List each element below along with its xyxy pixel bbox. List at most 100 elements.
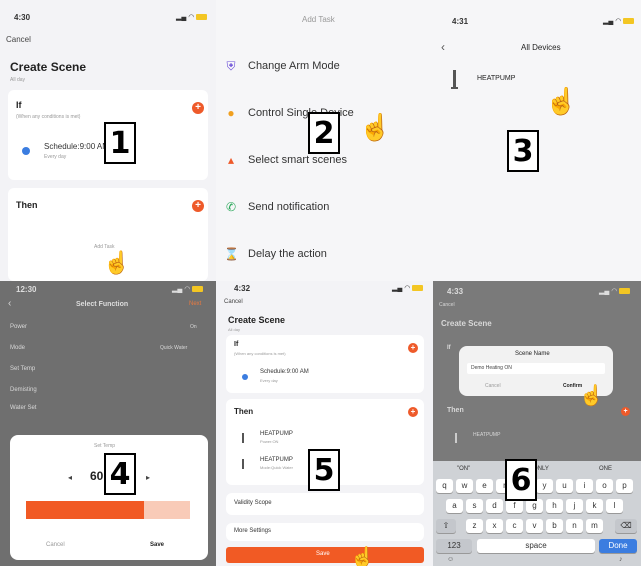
device-icon	[455, 433, 457, 443]
key-j[interactable]: j	[566, 499, 583, 513]
back-chevron-icon[interactable]: ‹	[441, 40, 445, 54]
step-number: 5	[308, 449, 340, 491]
task-item-send-notification[interactable]: ✆ Send notification	[216, 186, 433, 232]
key-f[interactable]: f	[506, 499, 523, 513]
cancel-link[interactable]: Cancel	[224, 299, 243, 305]
key-d[interactable]: d	[486, 499, 503, 513]
if-label: If	[16, 100, 22, 110]
task-item-delay-action[interactable]: ⌛ Delay the action	[216, 233, 433, 279]
save-button[interactable]: Save	[150, 542, 164, 548]
add-action-button[interactable]: +	[621, 407, 630, 416]
add-action-button[interactable]: +	[408, 407, 418, 417]
schedule-sub: Every day	[260, 378, 278, 383]
function-row-label[interactable]: Mode	[10, 345, 25, 351]
dialog-title: Scene Name	[515, 351, 550, 357]
key-e[interactable]: e	[476, 479, 493, 493]
page-subtitle: All day	[10, 77, 26, 83]
suggestion-3[interactable]: ONE	[599, 466, 612, 472]
page-subtitle: All day	[228, 327, 241, 332]
key-v[interactable]: v	[526, 519, 543, 533]
task-name[interactable]: HEATPUMP	[473, 432, 500, 438]
task-sub: Mode:Quick Water	[260, 465, 293, 470]
increase-arrow-icon[interactable]: ▸	[146, 473, 150, 482]
function-row-value: On	[190, 324, 197, 330]
task-name[interactable]: HEATPUMP	[260, 457, 293, 463]
key-a[interactable]: a	[446, 499, 463, 513]
key-123[interactable]: 123	[436, 539, 472, 553]
add-condition-button[interactable]: +	[408, 343, 418, 353]
function-row-label[interactable]: Set Temp	[10, 366, 35, 372]
scene-name-input[interactable]: Demo Heating ON	[467, 363, 605, 374]
then-label: Then	[16, 200, 38, 210]
add-action-button[interactable]: +	[192, 200, 204, 212]
space-key[interactable]: space	[477, 539, 595, 553]
emoji-icon[interactable]: ☺	[447, 556, 454, 563]
key-n[interactable]: n	[566, 519, 583, 533]
cancel-link[interactable]: Cancel	[6, 35, 31, 44]
backspace-key[interactable]: ⌫	[615, 519, 637, 533]
done-key[interactable]: Done	[599, 539, 637, 553]
temp-slider-fill[interactable]	[26, 501, 144, 519]
panel-add-task: Add Task ⛨ Change Arm Mode ● Control Sin…	[216, 0, 433, 281]
tap-hand-icon: ☝	[350, 547, 375, 566]
key-o[interactable]: o	[596, 479, 613, 493]
status-icons: ▂▄ ◠	[603, 17, 635, 25]
key-h[interactable]: h	[546, 499, 563, 513]
add-condition-button[interactable]: +	[192, 102, 204, 114]
task-item-label: Select smart scenes	[248, 154, 348, 166]
task-name[interactable]: HEATPUMP	[260, 431, 293, 437]
panel-scene-name: 4:33 ▂▄ ◠ Cancel Create Scene If Then + …	[433, 281, 641, 566]
key-q[interactable]: q	[436, 479, 453, 493]
key-m[interactable]: m	[586, 519, 603, 533]
page-title: Create Scene	[10, 60, 87, 74]
device-icon-base	[451, 87, 458, 89]
then-label: Then	[447, 407, 464, 414]
key-s[interactable]: s	[466, 499, 483, 513]
suggestion-1[interactable]: "ON"	[457, 466, 470, 472]
key-u[interactable]: u	[556, 479, 573, 493]
decrease-arrow-icon[interactable]: ◂	[68, 473, 72, 482]
schedule-label[interactable]: Schedule:9:00 AM	[44, 142, 109, 151]
shift-key[interactable]: ⇧	[436, 519, 456, 533]
key-x[interactable]: x	[486, 519, 503, 533]
cancel-link[interactable]: Cancel	[439, 302, 455, 308]
key-k[interactable]: k	[586, 499, 603, 513]
mic-icon[interactable]: ♪	[619, 556, 623, 563]
key-b[interactable]: b	[546, 519, 563, 533]
function-row-label[interactable]: Water Set	[10, 405, 36, 411]
key-p[interactable]: p	[616, 479, 633, 493]
function-row-label[interactable]: Demisting	[10, 387, 37, 393]
task-item-label: Send notification	[248, 201, 330, 213]
function-row-label[interactable]: Power	[10, 324, 27, 330]
status-time: 4:30	[14, 13, 31, 22]
dialog-cancel-button[interactable]: Cancel	[485, 383, 501, 389]
page-title: Create Scene	[441, 319, 492, 328]
more-settings-row[interactable]: More Settings	[226, 523, 424, 541]
save-button[interactable]: Save	[226, 547, 424, 563]
next-button[interactable]: Next	[189, 301, 201, 307]
tap-hand-icon: ☝	[359, 112, 392, 142]
task-item-change-arm-mode[interactable]: ⛨ Change Arm Mode	[216, 45, 433, 91]
key-i[interactable]: i	[576, 479, 593, 493]
panel-create-scene: 4:30 ▂▄ ◠ Cancel Create Scene All day If…	[0, 0, 216, 281]
key-y[interactable]: y	[536, 479, 553, 493]
validity-row[interactable]: Validity Scope	[226, 493, 424, 515]
key-l[interactable]: l	[606, 499, 623, 513]
schedule-label[interactable]: Schedule:9:00 AM	[260, 369, 309, 375]
key-c[interactable]: c	[506, 519, 523, 533]
status-time: 4:31	[452, 17, 469, 26]
status-icons: ▂▄ ◠	[392, 284, 424, 292]
scene-icon: ▴	[227, 153, 235, 167]
if-label: If	[234, 341, 239, 348]
key-w[interactable]: w	[456, 479, 473, 493]
key-g[interactable]: g	[526, 499, 543, 513]
back-chevron-icon[interactable]: ‹	[8, 298, 11, 309]
temp-slider-track[interactable]	[144, 501, 190, 519]
status-time: 4:32	[234, 284, 251, 293]
cancel-button[interactable]: Cancel	[46, 542, 65, 548]
device-row-heatpump[interactable]: HEATPUMP	[433, 62, 641, 98]
step-number: 6	[505, 459, 537, 501]
status-icons: ▂▄ ◠	[172, 285, 204, 293]
page-title: Create Scene	[228, 315, 286, 325]
key-z[interactable]: z	[466, 519, 483, 533]
